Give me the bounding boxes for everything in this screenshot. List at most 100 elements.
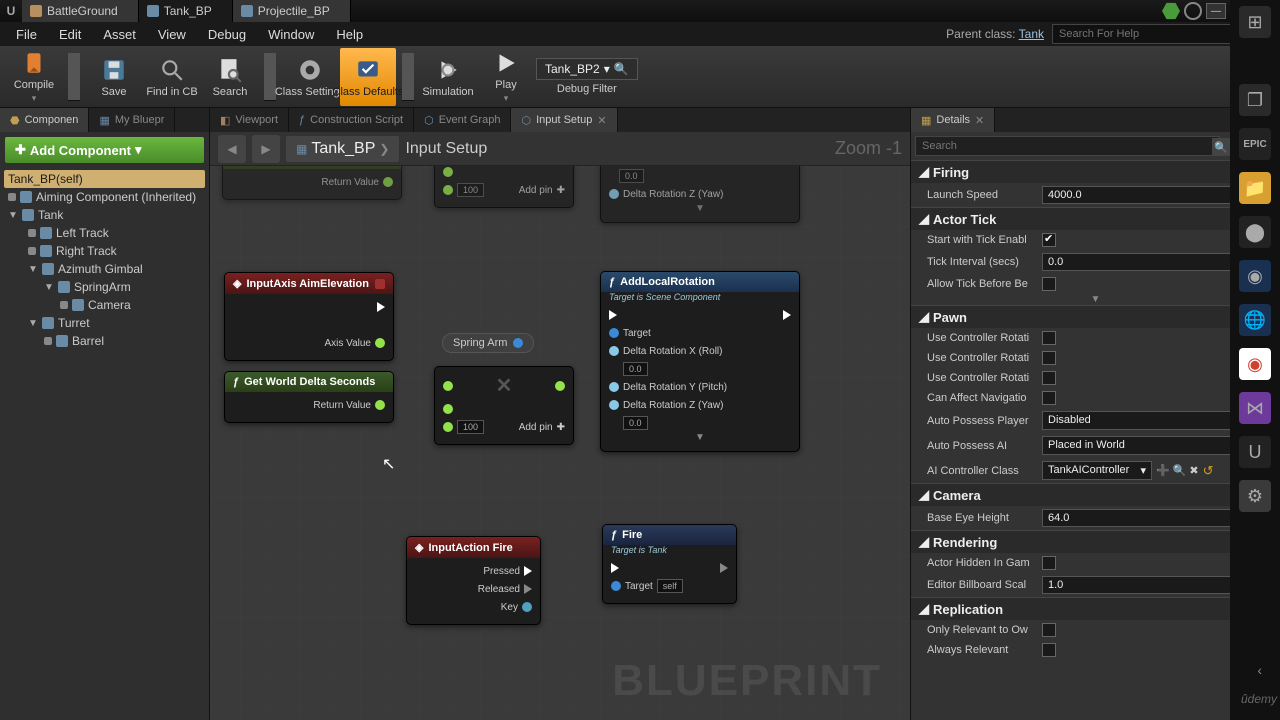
menu-window[interactable]: Window	[258, 25, 324, 44]
graph-canvas[interactable]: ƒGet World Delta Seconds Return Value 10…	[210, 166, 910, 720]
tab-projectile-bp[interactable]: Projectile_BP	[233, 0, 351, 22]
breadcrumb-bp[interactable]: ▦Tank_BP ❯	[286, 136, 399, 162]
cat-actor-tick[interactable]: ◢ Actor Tick	[911, 207, 1280, 230]
blueprint-icon	[147, 5, 159, 17]
comp-aiming[interactable]: Aiming Component (Inherited)	[4, 188, 205, 206]
simulation-button[interactable]: Simulation	[420, 48, 476, 106]
class-settings-button[interactable]: Class Settings	[282, 48, 338, 106]
menu-edit[interactable]: Edit	[49, 25, 91, 44]
tab-battleground[interactable]: BattleGround	[22, 0, 139, 22]
minimize-button[interactable]: —	[1206, 3, 1226, 19]
node-addlocalrotation[interactable]: ƒAddLocalRotation Target is Scene Compon…	[600, 271, 800, 452]
ai-add-icon[interactable]: ➕	[1156, 464, 1170, 477]
nav-back-button[interactable]: ◀	[218, 135, 246, 163]
app-icon[interactable]: ⬤	[1239, 216, 1271, 248]
breadcrumb-fn: Input Setup	[405, 140, 487, 158]
details-search-input[interactable]	[915, 136, 1220, 156]
revert-icon[interactable]: ↺	[1203, 463, 1214, 479]
windows-icon[interactable]: ⊞	[1239, 6, 1271, 38]
task-view-icon[interactable]: ❐	[1239, 84, 1271, 116]
tray-expand-icon[interactable]: ‹	[1257, 662, 1262, 678]
my-blueprint-tab[interactable]: ▦My Bluepr	[89, 108, 175, 132]
node-input-fire[interactable]: ◈InputAction Fire Pressed Released Key	[406, 536, 541, 625]
epic-launcher-icon[interactable]: EPIC	[1239, 128, 1271, 160]
debug-filter-dropdown[interactable]: Tank_BP2▾ 🔍	[536, 58, 638, 80]
mesh-icon	[42, 317, 54, 329]
source-control-icon[interactable]	[1162, 2, 1180, 20]
node-input-aim[interactable]: ◈InputAxis AimElevation Axis Value	[224, 272, 394, 361]
details-search: 🔍 ≡ 👁	[915, 136, 1276, 156]
play-icon	[492, 49, 520, 77]
comp-right-track[interactable]: Right Track	[4, 242, 205, 260]
help-search-input[interactable]	[1052, 24, 1252, 44]
play-button[interactable]: Play▾	[478, 48, 534, 106]
perf-icon[interactable]	[1184, 2, 1202, 20]
close-icon[interactable]: ✕	[975, 114, 984, 127]
construction-tab[interactable]: ƒConstruction Script	[289, 108, 414, 132]
unreal-icon[interactable]: U	[1239, 436, 1271, 468]
always-relevant-checkbox[interactable]	[1042, 643, 1056, 657]
node-addlocalrot-top[interactable]: Delta Rotation Y (Pitch) 0.0 Delta Rotat…	[600, 166, 800, 223]
file-explorer-icon[interactable]: 📁	[1239, 172, 1271, 204]
chrome-icon[interactable]: ◉	[1239, 348, 1271, 380]
menu-file[interactable]: File	[6, 25, 47, 44]
tab-tank-bp[interactable]: Tank_BP	[139, 0, 233, 22]
node-fire[interactable]: ƒFire Target is Tank Target self	[602, 524, 737, 604]
parent-class-link[interactable]: Tank	[1019, 27, 1044, 41]
add-component-button[interactable]: ✚ Add Component ▾	[5, 137, 204, 163]
event-graph-tab[interactable]: ⬡Event Graph	[414, 108, 511, 132]
menu-debug[interactable]: Debug	[198, 25, 256, 44]
start-tick-checkbox[interactable]	[1042, 233, 1056, 247]
cat-rendering[interactable]: ◢ Rendering	[911, 530, 1280, 553]
search-button[interactable]: Search	[202, 48, 258, 106]
mesh-icon	[42, 263, 54, 275]
expand-actor-tick[interactable]: ▼	[911, 294, 1280, 305]
save-button[interactable]: Save	[86, 48, 142, 106]
component-root[interactable]: Tank_BP(self)	[4, 170, 205, 188]
find-in-cb-button[interactable]: Find in CB	[144, 48, 200, 106]
node-spring-arm-ref[interactable]: Spring Arm	[442, 333, 534, 353]
comp-camera[interactable]: Camera	[4, 296, 205, 314]
ai-controller-dropdown[interactable]: TankAIController▾	[1042, 461, 1152, 480]
node-get-delta-top[interactable]: ƒGet World Delta Seconds Return Value	[222, 166, 402, 200]
actor-hidden-checkbox[interactable]	[1042, 556, 1056, 570]
ai-browse-icon[interactable]: 🔍	[1173, 464, 1187, 477]
can-affect-checkbox[interactable]	[1042, 391, 1056, 405]
input-setup-tab[interactable]: ⬡Input Setup✕	[511, 108, 617, 132]
comp-turret[interactable]: ▼Turret	[4, 314, 205, 332]
uc-rot1-checkbox[interactable]	[1042, 331, 1056, 345]
ai-clear-icon[interactable]: ✖	[1189, 464, 1198, 477]
menu-view[interactable]: View	[148, 25, 196, 44]
search-icon[interactable]: 🔍	[1212, 138, 1230, 156]
details-tab[interactable]: ▦Details✕	[911, 108, 995, 132]
class-defaults-button[interactable]: Class Defaults	[340, 48, 396, 106]
comp-springarm[interactable]: ▼SpringArm	[4, 278, 205, 296]
cat-pawn[interactable]: ◢ Pawn	[911, 305, 1280, 328]
allow-tick-checkbox[interactable]	[1042, 277, 1056, 291]
menu-asset[interactable]: Asset	[93, 25, 146, 44]
cursor-icon: ↖	[382, 454, 395, 474]
cat-replication[interactable]: ◢ Replication	[911, 597, 1280, 620]
nav-forward-button[interactable]: ▶	[252, 135, 280, 163]
viewport-tab[interactable]: ◧Viewport	[210, 108, 289, 132]
compile-button[interactable]: Compile▾	[6, 48, 62, 106]
uc-rot2-checkbox[interactable]	[1042, 351, 1056, 365]
uc-rot3-checkbox[interactable]	[1042, 371, 1056, 385]
node-get-delta-2[interactable]: ƒGet World Delta Seconds Return Value	[224, 371, 394, 423]
settings-icon[interactable]: ⚙	[1239, 480, 1271, 512]
visual-studio-icon[interactable]: ⋈	[1239, 392, 1271, 424]
comp-left-track[interactable]: Left Track	[4, 224, 205, 242]
steam-icon[interactable]: ◉	[1239, 260, 1271, 292]
comp-barrel[interactable]: Barrel	[4, 332, 205, 350]
comp-tank[interactable]: ▼Tank	[4, 206, 205, 224]
comp-azimuth[interactable]: ▼Azimuth Gimbal	[4, 260, 205, 278]
only-relevant-checkbox[interactable]	[1042, 623, 1056, 637]
node-multiply-2[interactable]: ✕ 100Add pin ✚	[434, 366, 574, 445]
cat-firing[interactable]: ◢ Firing	[911, 160, 1280, 183]
close-icon[interactable]: ✕	[597, 114, 606, 127]
cat-camera[interactable]: ◢ Camera	[911, 483, 1280, 506]
menu-help[interactable]: Help	[326, 25, 373, 44]
globe-icon[interactable]: 🌐	[1239, 304, 1271, 336]
node-multiply-top[interactable]: 100Add pin ✚	[434, 166, 574, 208]
components-tab[interactable]: ⬣Componen	[0, 108, 89, 132]
